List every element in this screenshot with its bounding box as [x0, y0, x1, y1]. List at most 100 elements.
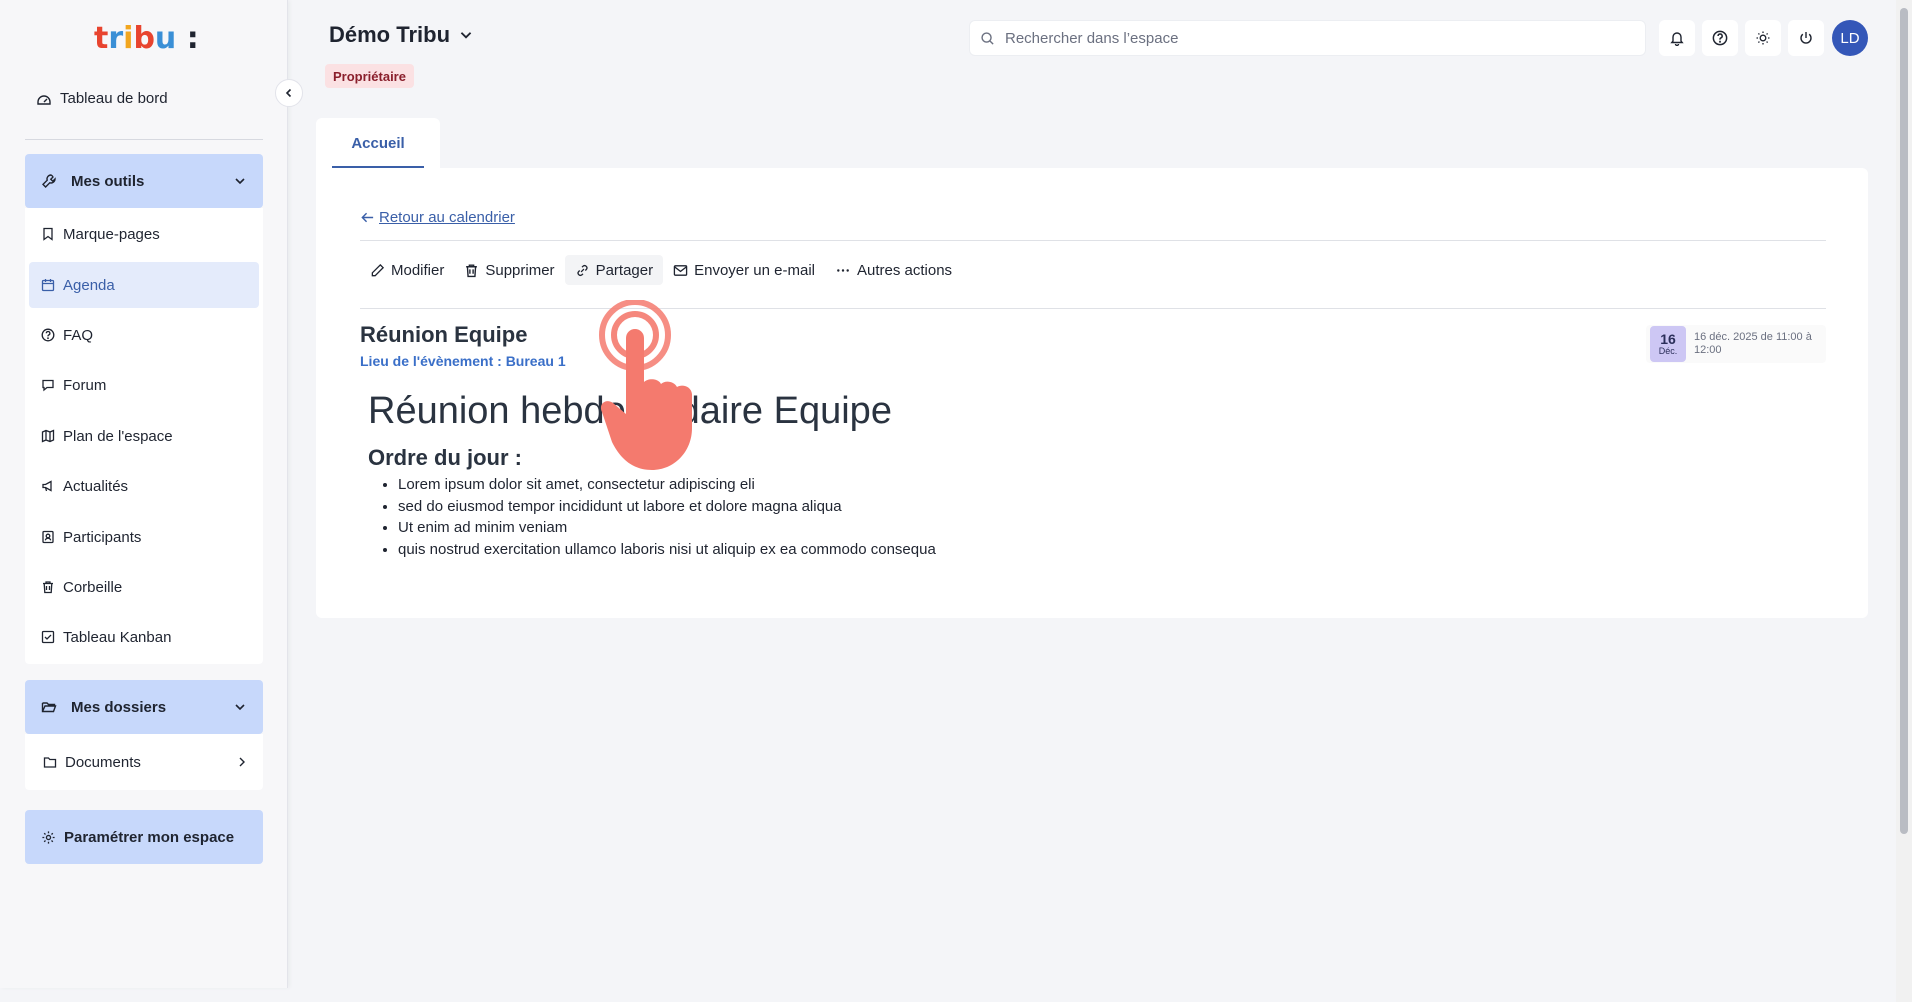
chat-icon	[42, 379, 54, 392]
sidebar-item-participants[interactable]: Participants	[29, 514, 259, 560]
chevron-right-icon	[239, 757, 245, 767]
contact-icon	[42, 530, 54, 544]
list-item: Lorem ipsum dolor sit amet, consectetur …	[398, 474, 936, 496]
back-to-calendar-link[interactable]: Retour au calendrier	[360, 209, 515, 226]
sidebar-item-forum[interactable]: Forum	[29, 362, 259, 408]
group-folders-header[interactable]: Mes dossiers	[25, 680, 263, 734]
event-title: Réunion Equipe	[360, 322, 528, 347]
help-circle-icon	[41, 328, 55, 342]
space-title-dropdown[interactable]: Démo Tribu	[329, 22, 474, 48]
more-actions-button[interactable]: Autres actions	[825, 255, 962, 285]
send-email-button[interactable]: Envoyer un e-mail	[663, 255, 825, 285]
sidebar-item-kanban[interactable]: Tableau Kanban	[29, 614, 259, 660]
group-folders-label: Mes dossiers	[71, 698, 167, 716]
role-badge: Propriétaire	[325, 64, 414, 88]
send-email-label: Envoyer un e-mail	[694, 261, 815, 279]
pencil-icon	[371, 263, 385, 276]
sidebar-item-label: Forum	[63, 376, 107, 394]
sidebar-item-label: Plan de l'espace	[63, 427, 173, 445]
sidebar-item-faq[interactable]: FAQ	[29, 312, 259, 358]
bookmark-icon	[43, 227, 53, 241]
event-actions-bar: Modifier Supprimer Partager Envoyer un e…	[360, 255, 962, 285]
help-circle-icon	[1712, 30, 1728, 46]
chevron-down-icon	[235, 704, 245, 711]
power-icon	[1800, 32, 1812, 44]
event-date: 16 Déc. 16 déc. 2025 de 11:00 à 12:00	[1646, 325, 1826, 363]
search-bar[interactable]	[969, 20, 1646, 56]
sidebar-item-trash[interactable]: Corbeille	[29, 564, 259, 610]
tab-accueil[interactable]: Accueil	[316, 118, 440, 168]
back-link-label: Retour au calendrier	[379, 209, 515, 226]
group-tools-header[interactable]: Mes outils	[25, 154, 263, 208]
event-body-subheading: Ordre du jour :	[368, 445, 522, 470]
date-badge: 16 Déc.	[1650, 326, 1686, 362]
event-card: Retour au calendrier Modifier Supprimer …	[316, 168, 1868, 618]
help-button[interactable]	[1702, 20, 1738, 56]
group-tools-label: Mes outils	[71, 172, 145, 190]
folder-icon	[43, 757, 57, 768]
notifications-button[interactable]	[1659, 20, 1695, 56]
list-item: sed do eiusmod tempor incididunt ut labo…	[398, 496, 936, 518]
sidebar-collapse-button[interactable]	[275, 79, 303, 107]
chevron-down-icon	[235, 178, 245, 185]
trash-icon	[466, 263, 478, 277]
divider	[360, 308, 1826, 309]
folder-open-icon	[41, 702, 57, 713]
page-scrollbar[interactable]	[1896, 0, 1912, 1002]
more-actions-label: Autres actions	[857, 261, 953, 279]
wrench-icon	[42, 174, 56, 188]
date-day: 16	[1660, 331, 1676, 347]
svg-text:tribu :: tribu :	[94, 21, 199, 56]
share-label: Partager	[595, 261, 654, 279]
user-avatar[interactable]: LD	[1832, 20, 1868, 56]
sidebar-divider	[25, 139, 263, 140]
sidebar-item-bookmarks[interactable]: Marque-pages	[29, 211, 259, 257]
scrollbar-thumb[interactable]	[1900, 8, 1908, 834]
group-folders-body: Documents	[25, 734, 263, 790]
settings-space-label: Paramétrer mon espace	[64, 828, 235, 846]
sidebar-item-space-map[interactable]: Plan de l'espace	[29, 413, 259, 459]
more-horizontal-icon	[837, 268, 849, 272]
sidebar-item-news[interactable]: Actualités	[29, 463, 259, 509]
delete-label: Supprimer	[485, 261, 555, 279]
logout-button[interactable]	[1788, 20, 1824, 56]
event-location: Lieu de l'évènement : Bureau 1	[360, 353, 566, 369]
nav-dashboard[interactable]: Tableau de bord	[36, 90, 168, 107]
chevron-left-icon	[285, 88, 292, 98]
tribu-logo[interactable]: tribu :	[92, 18, 202, 58]
share-button[interactable]: Partager	[564, 255, 664, 285]
sidebar-item-agenda[interactable]: Agenda	[29, 262, 259, 308]
theme-toggle-button[interactable]	[1745, 20, 1781, 56]
settings-space-button[interactable]: Paramétrer mon espace	[25, 810, 263, 864]
edit-button[interactable]: Modifier	[360, 255, 454, 285]
sidebar-item-label: Participants	[63, 528, 142, 546]
gear-icon	[42, 830, 55, 844]
divider	[360, 240, 1826, 241]
gauge-icon	[37, 94, 51, 105]
date-range-text: 16 déc. 2025 de 11:00 à 12:00	[1694, 331, 1812, 356]
calendar-icon	[41, 279, 55, 292]
search-icon	[981, 31, 994, 45]
sidebar-item-label: Tableau Kanban	[63, 628, 172, 646]
link-icon	[577, 264, 588, 276]
sidebar-item-label: FAQ	[63, 326, 94, 344]
agenda-list: Lorem ipsum dolor sit amet, consectetur …	[380, 474, 936, 560]
search-input[interactable]	[1005, 29, 1605, 47]
sidebar-item-documents[interactable]: Documents	[29, 739, 259, 785]
sidebar: tribu : Tableau de bord Mes outils Marqu…	[0, 0, 288, 988]
sidebar-item-label: Agenda	[63, 276, 115, 294]
edit-label: Modifier	[391, 261, 445, 279]
list-item: quis nostrud exercitation ullamco labori…	[398, 539, 936, 561]
sidebar-item-label: Corbeille	[63, 578, 123, 596]
sidebar-item-label: Actualités	[63, 477, 129, 495]
sidebar-item-label: Documents	[65, 753, 141, 771]
trash-icon	[43, 581, 53, 594]
arrow-left-icon	[361, 212, 374, 223]
delete-button[interactable]: Supprimer	[454, 255, 564, 285]
megaphone-icon	[42, 480, 52, 492]
nav-dashboard-label: Tableau de bord	[60, 90, 168, 107]
sidebar-item-label: Marque-pages	[63, 225, 160, 243]
mail-icon	[673, 264, 688, 276]
map-icon	[41, 429, 55, 443]
group-tools-body: Marque-pages Agenda FAQ Forum Plan de l'…	[25, 208, 263, 664]
